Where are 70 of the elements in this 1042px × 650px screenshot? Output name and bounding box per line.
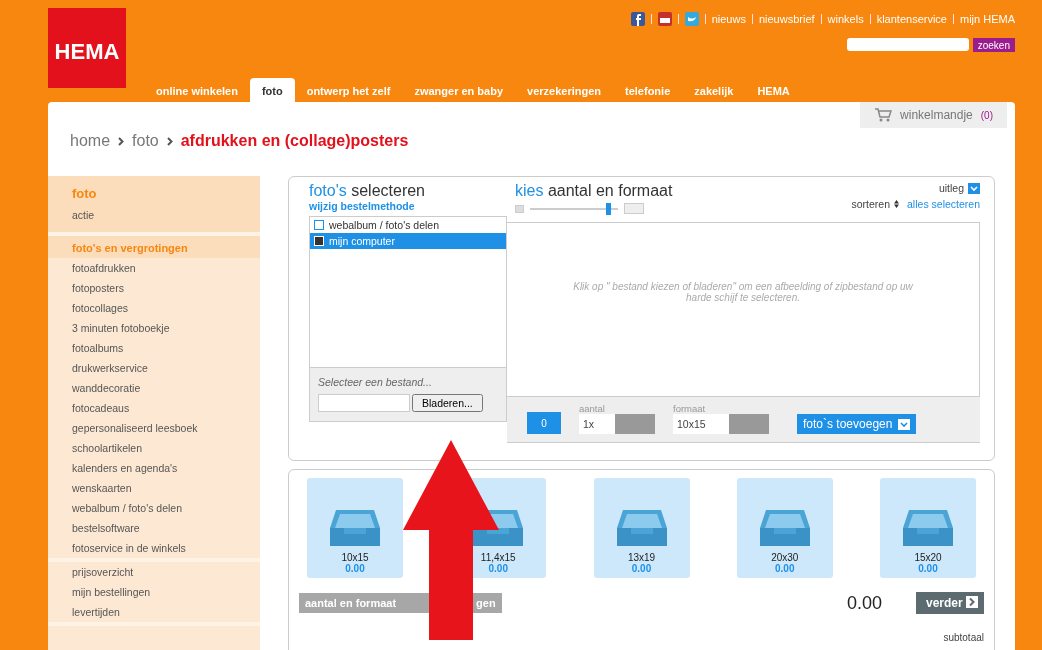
sidebar-item[interactable]: wanddecoratie	[48, 378, 260, 398]
search-field[interactable]	[846, 38, 969, 51]
sidebar-item[interactable]: kalenders en agenda's	[48, 458, 260, 478]
format-tile[interactable]: 20x30 0.00	[736, 478, 833, 578]
sidebar-item[interactable]: fotoalbums	[48, 338, 260, 358]
chevron-right-icon	[118, 136, 125, 146]
amount-label: aantal	[579, 403, 606, 414]
sidebar-item[interactable]: drukwerkservice	[48, 358, 260, 378]
total-amount: 0.00	[846, 592, 882, 614]
file-field[interactable]	[318, 394, 410, 412]
sidebar-item[interactable]: wenskaarten	[48, 478, 260, 498]
next-button[interactable]: verder	[915, 592, 984, 614]
amount-field[interactable]: 1x	[579, 414, 615, 434]
format-price: 0.00	[488, 563, 508, 574]
sidebar-item[interactable]: 3 minuten fotoboekje	[48, 318, 260, 338]
format-price: 0.00	[345, 563, 365, 574]
sidebar-item[interactable]: fotoposters	[48, 278, 260, 298]
cart-button[interactable]: winkelmandje (0)	[860, 102, 1007, 128]
breadcrumb-link[interactable]: foto	[132, 132, 159, 150]
browse-button[interactable]: Bladeren...	[412, 394, 483, 412]
panel-title: kies aantal en formaat	[515, 182, 673, 200]
search-button[interactable]: zoeken	[972, 38, 1015, 52]
breadcrumb-link[interactable]: home	[70, 132, 111, 150]
sidebar-item[interactable]: webalbum / foto's delen	[48, 498, 260, 518]
sidebar-item[interactable]: schoolartikelen	[48, 438, 260, 458]
format-tile[interactable]: 10x15 0.00	[307, 478, 403, 578]
cart-icon	[874, 108, 893, 122]
dropdown-icon	[898, 418, 911, 430]
facebook-icon[interactable]	[630, 12, 645, 26]
cart-count: (0)	[980, 109, 993, 121]
format-size: 13x19	[627, 552, 656, 563]
dropdown-icon[interactable]	[968, 182, 980, 194]
sidebar-item[interactable]: levertijden	[48, 602, 260, 622]
format-price: 0.00	[775, 563, 795, 574]
hema-logo[interactable]: HEMA	[48, 8, 126, 88]
chevron-right-icon	[166, 136, 173, 146]
sidebar-item[interactable]: prijsoverzicht	[48, 562, 260, 582]
help-link[interactable]: uitleg	[938, 182, 964, 194]
chevron-right-icon	[966, 596, 978, 608]
sidebar-item[interactable]: bestelsoftware	[48, 518, 260, 538]
sidebar-item[interactable]: fotoservice in de winkels	[48, 538, 260, 558]
sidebar-item[interactable]: gepersonaliseerd leesboek	[48, 418, 260, 438]
format-tile[interactable]: 13x19 0.00	[593, 478, 690, 578]
format-size: 20x30	[771, 552, 799, 563]
selected-count: 0	[527, 412, 561, 434]
sidebar-item[interactable]: fotocadeaus	[48, 398, 260, 418]
select-all-link[interactable]: alles selecteren	[907, 198, 980, 210]
source-item[interactable]: webalbum / foto's delen	[310, 217, 506, 233]
format-field[interactable]: 10x15	[673, 414, 729, 434]
change-method-link[interactable]: wijzig bestelmethode	[309, 200, 507, 212]
cart-label: winkelmandje	[900, 108, 973, 122]
page-title: afdrukken en (collage)posters	[180, 132, 409, 150]
sort-link[interactable]: sorteren	[851, 198, 900, 210]
format-size: 15x20	[914, 552, 942, 563]
sidebar-item[interactable]: fotocollages	[48, 298, 260, 318]
panel-title: foto's selecteren	[309, 182, 426, 200]
format-label: formaat	[673, 403, 707, 414]
format-price: 0.00	[918, 563, 938, 574]
nav-tab[interactable]: foto	[249, 78, 295, 102]
format-size: 10x15	[341, 552, 369, 563]
sidebar-item[interactable]: actie	[48, 205, 260, 232]
format-tile[interactable]: 15x20 0.00	[880, 478, 976, 578]
format-size: 11,4x15	[480, 552, 516, 563]
sidebar-item[interactable]: fotoafdrukken	[48, 258, 260, 278]
format-price: 0.00	[631, 563, 652, 574]
sidebar-item[interactable]: mijn bestellingen	[48, 582, 260, 602]
subtotal-label: subtotaal	[942, 632, 984, 643]
empty-message: Klik op " bestand kiezen of bladeren" om een afbeelding of zipbestand op uw harde schijf te selecteren.	[572, 281, 914, 305]
sort-icon	[894, 200, 900, 208]
file-prompt: Selecteer een bestand...	[318, 376, 433, 388]
